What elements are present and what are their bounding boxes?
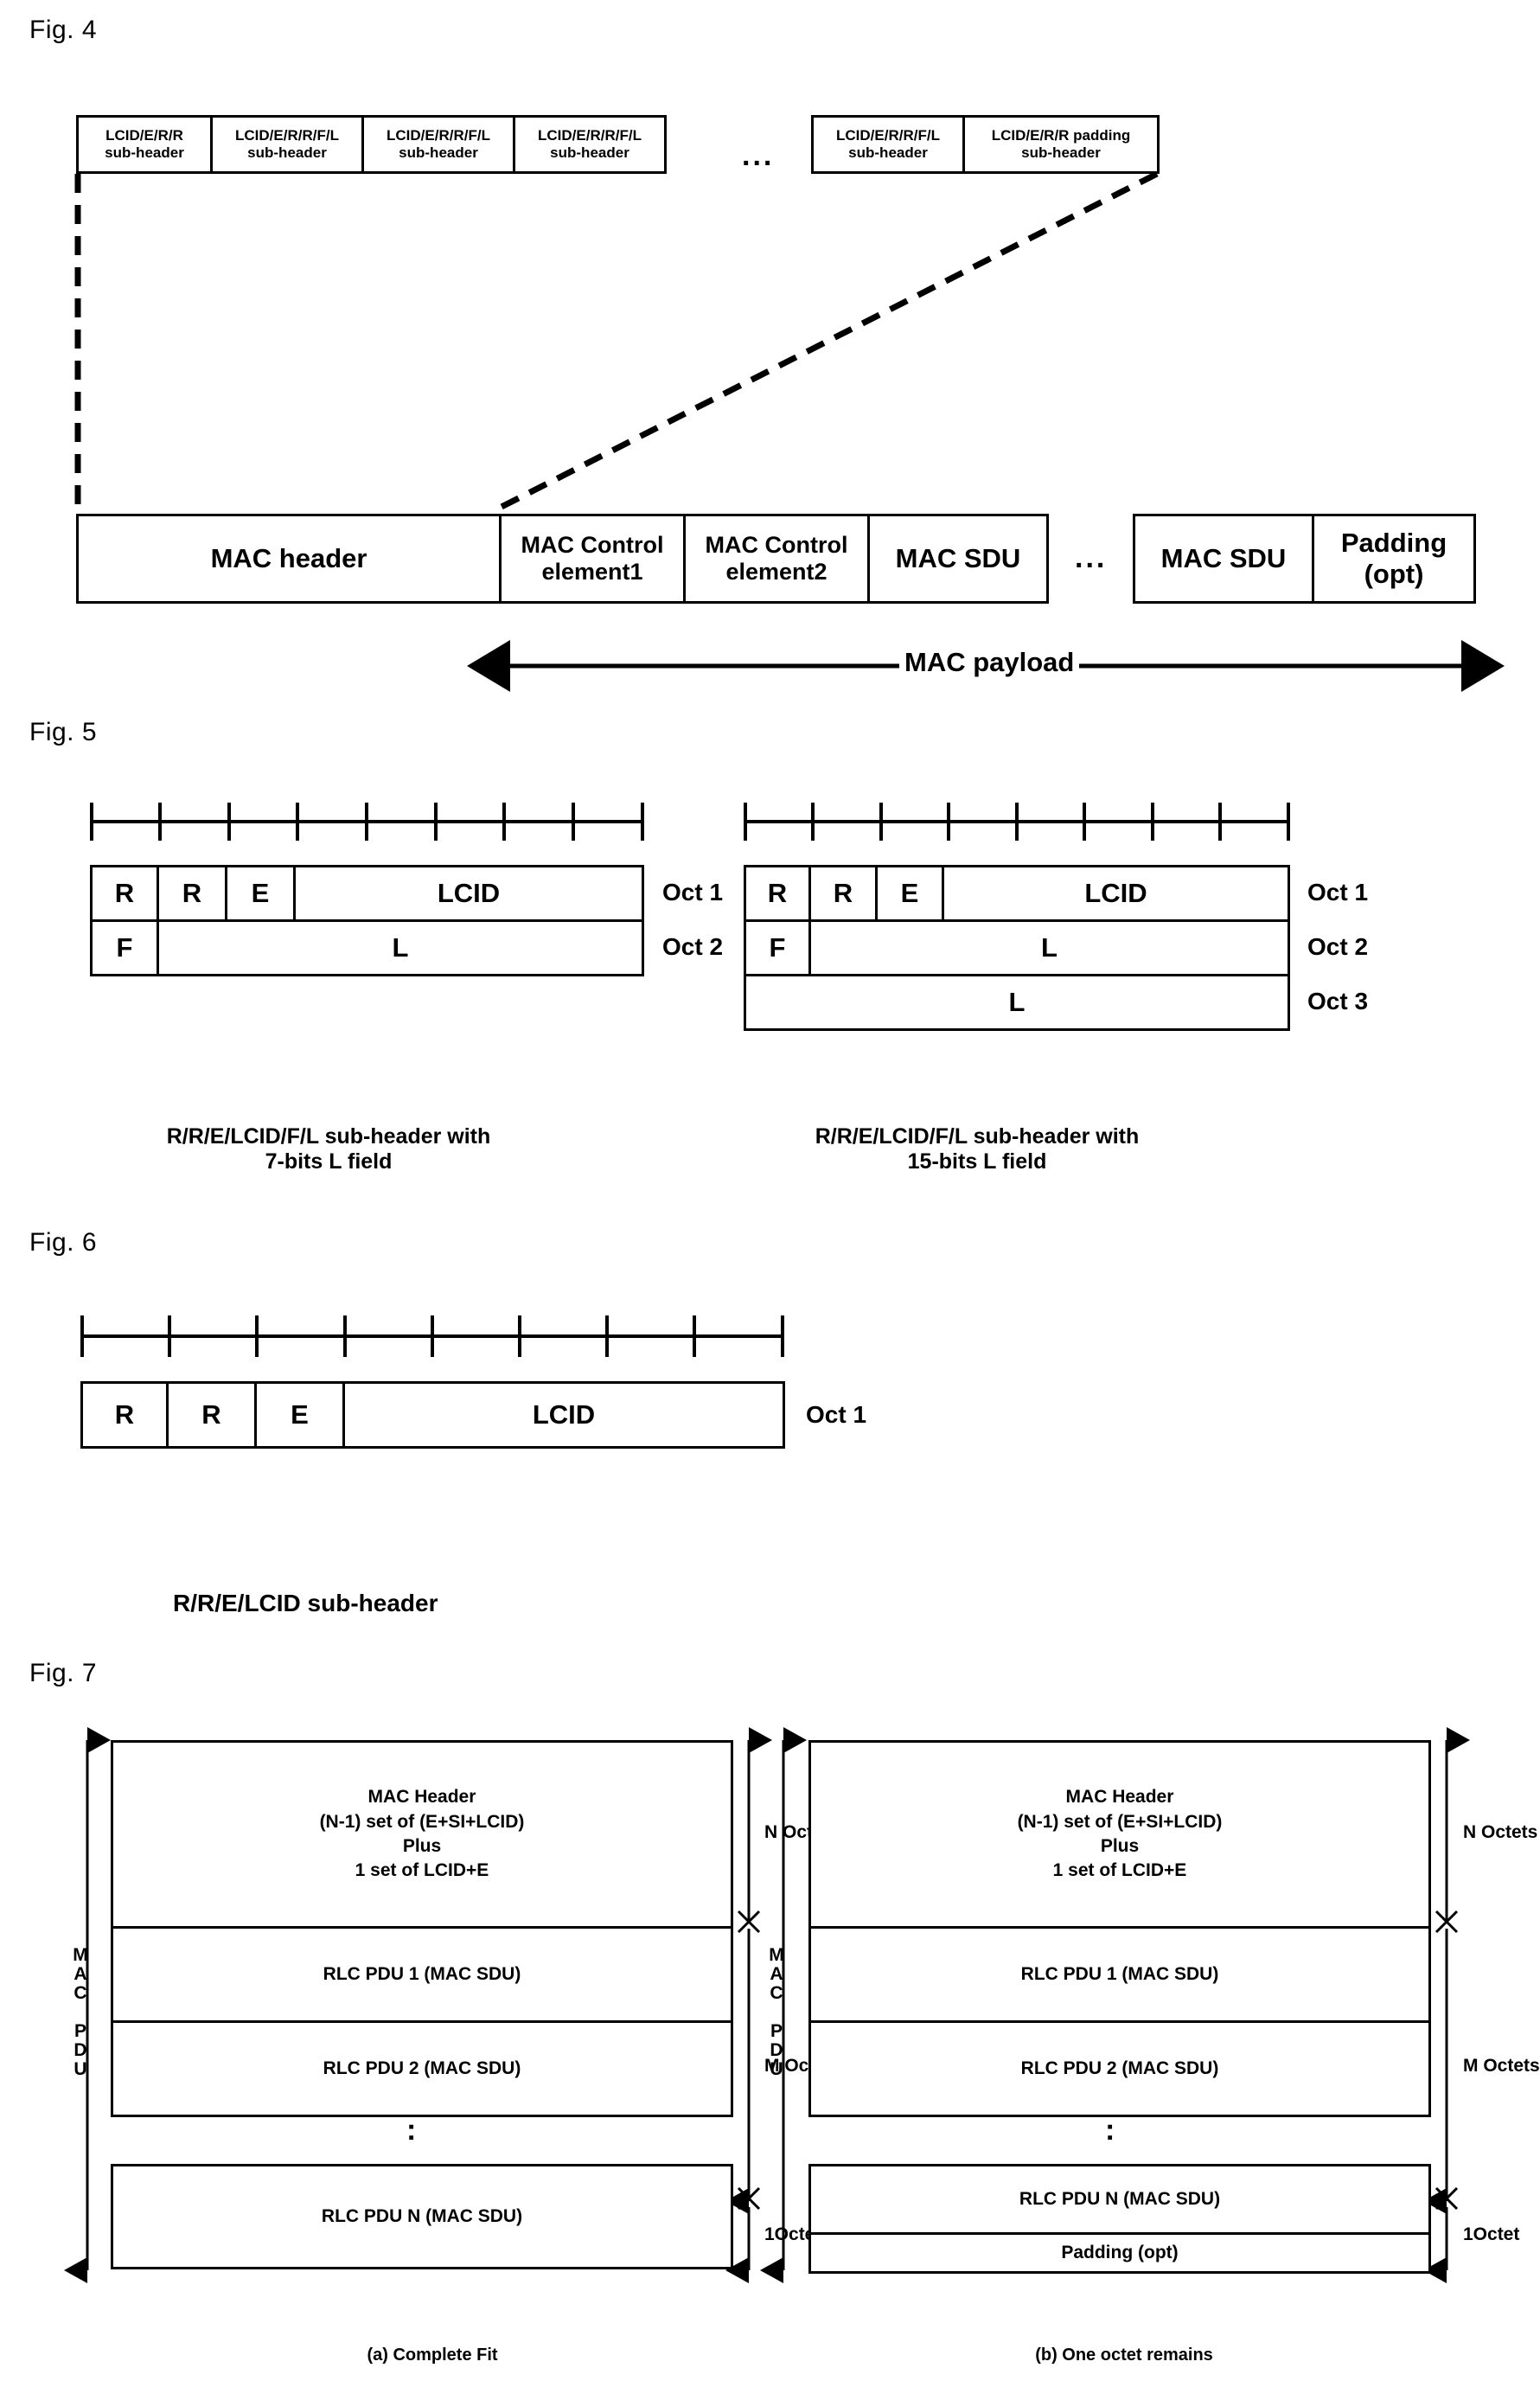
header-line-4: 1 set of LCID+E bbox=[1052, 1860, 1187, 1881]
fig7-panel-b-measure-n: N Octets bbox=[1463, 1822, 1538, 1842]
header-line-1: MAC Header bbox=[1065, 1787, 1174, 1808]
fig7-panel-b-measure-m: M Octets bbox=[1463, 2056, 1540, 2076]
fig7-panel-b-rlc-pdu-2: RLC PDU 2 (MAC SDU) bbox=[808, 2020, 1431, 2117]
header-line-2: (N-1) set of (E+SI+LCID) bbox=[1017, 1811, 1223, 1832]
side-label-text: MAC PDU bbox=[769, 1945, 784, 2080]
fig7-panel-b-vertical-ellipsis: : bbox=[1105, 2114, 1115, 2147]
row-label: RLC PDU 2 (MAC SDU) bbox=[1020, 2058, 1219, 2078]
header-line-3: Plus bbox=[1100, 1836, 1140, 1856]
row-label: RLC PDU 1 (MAC SDU) bbox=[1020, 1963, 1219, 1984]
fig7-panel-b-rlc-pdu-n: RLC PDU N (MAC SDU) bbox=[808, 2164, 1431, 2235]
fig7-panel-b-side-label: MAC PDU bbox=[767, 1945, 786, 2080]
fig7-panel-b-measure-1: 1Octet bbox=[1463, 2224, 1520, 2244]
fig7-panel-b-mac-header: MAC Header (N-1) set of (E+SI+LCID) Plus… bbox=[808, 1740, 1431, 1929]
fig7-panel-b-caption: (b) One octet remains bbox=[1035, 2346, 1213, 2365]
row-label: Padding (opt) bbox=[1061, 2242, 1179, 2262]
fig7-panel-b-rlc-pdu-1: RLC PDU 1 (MAC SDU) bbox=[808, 1926, 1431, 2023]
row-label: RLC PDU N (MAC SDU) bbox=[1019, 2188, 1221, 2209]
fig7-panel-b-padding-row: Padding (opt) bbox=[808, 2232, 1431, 2274]
